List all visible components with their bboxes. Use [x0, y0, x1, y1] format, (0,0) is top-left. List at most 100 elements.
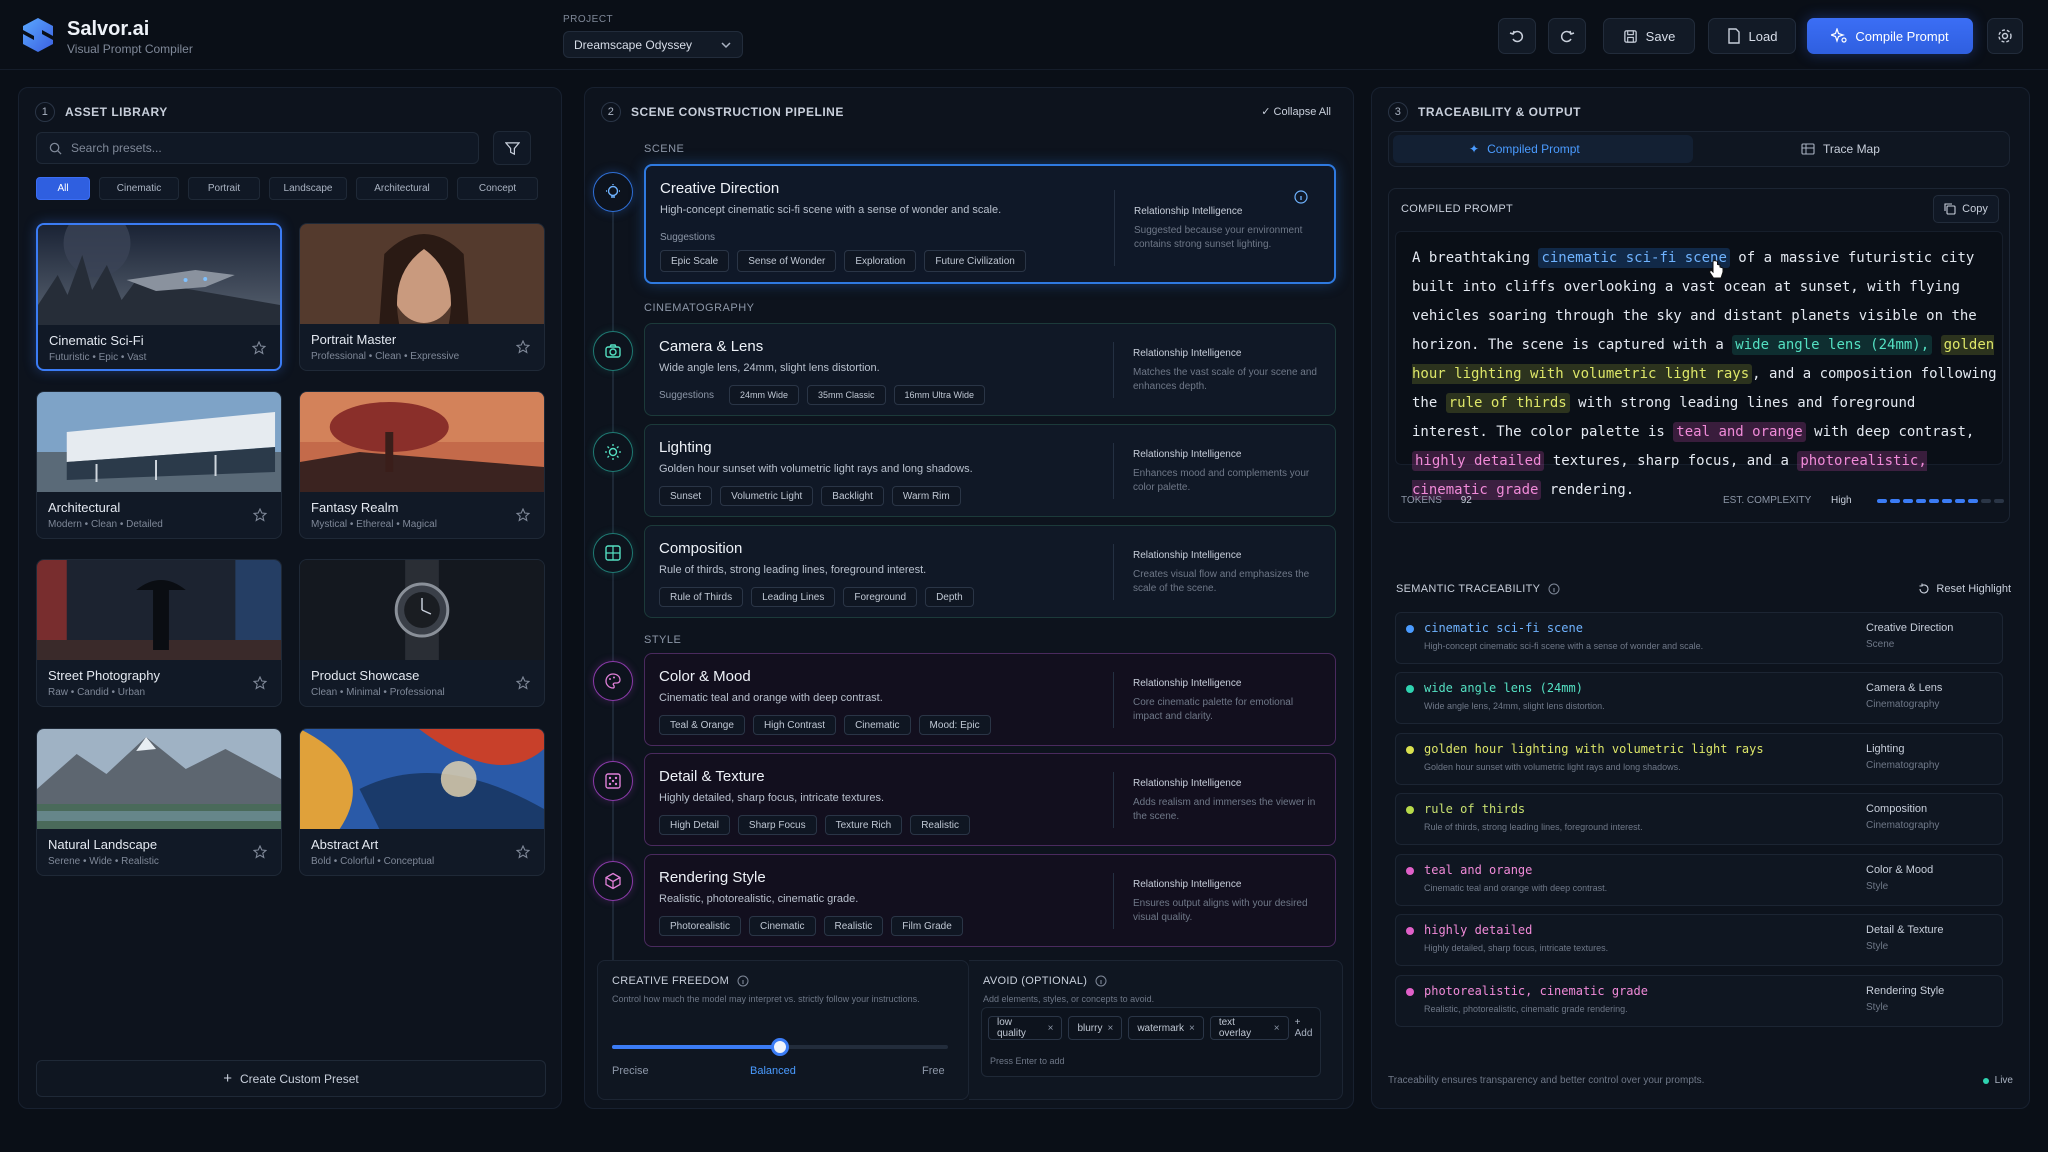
suggestion-tag[interactable]: Volumetric Light	[720, 486, 814, 506]
close-icon[interactable]: ×	[1048, 1023, 1054, 1034]
freedom-slider[interactable]	[612, 1037, 948, 1057]
preset-card[interactable]: Street Photography Raw • Candid • Urban	[36, 559, 282, 707]
filter-button[interactable]	[493, 131, 531, 165]
preset-title: Architectural	[48, 500, 121, 515]
tab-compiled-prompt[interactable]: ✦ Compiled Prompt	[1469, 142, 1580, 156]
close-icon[interactable]: ×	[1189, 1023, 1195, 1034]
suggestion-tag[interactable]: Exploration	[844, 250, 917, 272]
prompt-highlight[interactable]: teal and orange	[1673, 422, 1806, 442]
step-card-lighting[interactable]: Lighting Golden hour sunset with volumet…	[644, 424, 1336, 517]
info-icon[interactable]	[1095, 975, 1107, 987]
suggestion-tag[interactable]: Future Civilization	[924, 250, 1026, 272]
star-icon[interactable]	[253, 508, 267, 522]
suggestion-tag[interactable]: Sense of Wonder	[737, 250, 837, 272]
suggestion-tag[interactable]: Sunset	[659, 486, 713, 506]
traceability-footer: Traceability ensures transparency and be…	[1388, 1075, 1705, 1086]
suggestion-tag[interactable]: Mood: Epic	[918, 715, 991, 735]
filter-chip-concept[interactable]: Concept	[457, 177, 538, 200]
trace-item[interactable]: teal and orange Cinematic teal and orang…	[1395, 854, 2003, 906]
suggestion-tag[interactable]: Cinematic	[844, 715, 911, 735]
star-icon[interactable]	[252, 341, 266, 355]
collapse-all-button[interactable]: ✓ Collapse All	[1261, 105, 1331, 118]
filter-chip-cinematic[interactable]: Cinematic	[99, 177, 179, 200]
close-icon[interactable]: ×	[1107, 1023, 1113, 1034]
suggestion-tag[interactable]: 35mm Classic	[807, 385, 886, 405]
compiled-prompt-text[interactable]: A breathtaking cinematic sci-fi scene of…	[1395, 231, 2003, 500]
top-bar: Salvor.ai Visual Prompt Compiler PROJECT…	[0, 0, 2048, 70]
suggestion-tag[interactable]: 16mm Ultra Wide	[893, 385, 986, 405]
prompt-highlight[interactable]: cinematic sci-fi scene	[1538, 248, 1730, 268]
slider-thumb[interactable]	[771, 1038, 789, 1056]
preset-card[interactable]: Portrait Master Professional • Clean • E…	[299, 223, 545, 371]
suggestion-tag[interactable]: Realistic	[823, 916, 884, 936]
reset-highlight-button[interactable]: Reset Highlight	[1918, 583, 2011, 595]
suggestion-tag[interactable]: Sharp Focus	[737, 815, 817, 835]
star-icon[interactable]	[253, 676, 267, 690]
info-icon[interactable]	[1294, 190, 1308, 204]
add-avoid-button[interactable]: + Add	[1295, 1016, 1320, 1040]
suggestion-tag[interactable]: Epic Scale	[660, 250, 730, 272]
load-button[interactable]: Load	[1708, 18, 1796, 54]
trace-item[interactable]: cinematic sci-fi scene High-concept cine…	[1395, 612, 2003, 664]
suggestion-tag[interactable]: Warm Rim	[891, 486, 961, 506]
suggestion-tag[interactable]: Backlight	[821, 486, 884, 506]
info-icon[interactable]	[1548, 583, 1560, 595]
suggestion-tag[interactable]: Leading Lines	[751, 587, 836, 607]
star-icon[interactable]	[253, 845, 267, 859]
prompt-highlight[interactable]: rule of thirds	[1445, 393, 1570, 413]
settings-button[interactable]	[1987, 18, 2023, 54]
suggestion-tag[interactable]: High Detail	[659, 815, 730, 835]
suggestion-tag[interactable]: Realistic	[910, 815, 970, 835]
preset-card[interactable]: Natural Landscape Serene • Wide • Realis…	[36, 728, 282, 876]
tab-trace-map[interactable]: Trace Map	[1801, 142, 1880, 156]
step-card-creative-direction[interactable]: Creative Direction High-concept cinemati…	[644, 164, 1336, 284]
filter-chip-all[interactable]: All	[36, 177, 90, 200]
trace-item[interactable]: wide angle lens (24mm) Wide angle lens, …	[1395, 672, 2003, 724]
step-card-color-mood[interactable]: Color & Mood Cinematic teal and orange w…	[644, 653, 1336, 746]
filter-chip-portrait[interactable]: Portrait	[188, 177, 260, 200]
step-card-camera-lens[interactable]: Camera & Lens Wide angle lens, 24mm, sli…	[644, 323, 1336, 416]
save-button[interactable]: Save	[1603, 18, 1695, 54]
preset-card[interactable]: Architectural Modern • Clean • Detailed	[36, 391, 282, 539]
filter-chip-architectural[interactable]: Architectural	[356, 177, 448, 200]
compile-prompt-button[interactable]: Compile Prompt	[1807, 18, 1973, 54]
star-icon[interactable]	[516, 340, 530, 354]
search-input[interactable]: Search presets...	[36, 132, 479, 164]
prompt-highlight[interactable]: highly detailed	[1412, 451, 1545, 471]
copy-button[interactable]: Copy	[1933, 195, 1999, 223]
suggestion-tag[interactable]: Teal & Orange	[659, 715, 745, 735]
preset-card[interactable]: Product Showcase Clean • Minimal • Profe…	[299, 559, 545, 707]
close-icon[interactable]: ×	[1274, 1023, 1280, 1034]
suggestion-tag[interactable]: High Contrast	[752, 715, 837, 735]
star-icon[interactable]	[516, 845, 530, 859]
step-card-composition[interactable]: Composition Rule of thirds, strong leadi…	[644, 525, 1336, 618]
complexity-segment	[1968, 499, 1978, 503]
undo-button[interactable]	[1498, 18, 1536, 54]
suggestion-tag[interactable]: Foreground	[843, 587, 918, 607]
suggestion-tag[interactable]: Photorealistic	[659, 916, 742, 936]
trace-item[interactable]: photorealistic, cinematic grade Realisti…	[1395, 975, 2003, 1027]
trace-item[interactable]: rule of thirds Rule of thirds, strong le…	[1395, 793, 2003, 845]
avoid-input[interactable]: low quality × blurry × watermark × text ove…	[981, 1007, 1321, 1077]
suggestion-tag[interactable]: 24mm Wide	[729, 385, 800, 405]
suggestion-tag[interactable]: Rule of Thirds	[659, 587, 744, 607]
redo-button[interactable]	[1548, 18, 1586, 54]
star-icon[interactable]	[516, 508, 530, 522]
prompt-highlight[interactable]: wide angle lens (24mm),	[1732, 335, 1933, 355]
suggestion-tag[interactable]: Cinematic	[749, 916, 816, 936]
step-card-detail-texture[interactable]: Detail & Texture Highly detailed, sharp …	[644, 753, 1336, 846]
suggestion-tag[interactable]: Film Grade	[891, 916, 963, 936]
star-icon[interactable]	[516, 676, 530, 690]
trace-item[interactable]: highly detailed Highly detailed, sharp f…	[1395, 914, 2003, 966]
preset-card[interactable]: Abstract Art Bold • Colorful • Conceptua…	[299, 728, 545, 876]
project-select[interactable]: Dreamscape Odyssey	[563, 31, 743, 58]
suggestion-tag[interactable]: Depth	[925, 587, 974, 607]
trace-item[interactable]: golden hour lighting with volumetric lig…	[1395, 733, 2003, 785]
filter-chip-landscape[interactable]: Landscape	[269, 177, 347, 200]
create-custom-preset-button[interactable]: + Create Custom Preset	[36, 1060, 546, 1097]
suggestion-tag[interactable]: Texture Rich	[824, 815, 903, 835]
step-card-rendering-style[interactable]: Rendering Style Realistic, photorealisti…	[644, 854, 1336, 947]
preset-card[interactable]: Fantasy Realm Mystical • Ethereal • Magi…	[299, 391, 545, 539]
info-icon[interactable]	[737, 975, 749, 987]
preset-card[interactable]: Cinematic Sci-Fi Futuristic • Epic • Vas…	[36, 223, 282, 371]
